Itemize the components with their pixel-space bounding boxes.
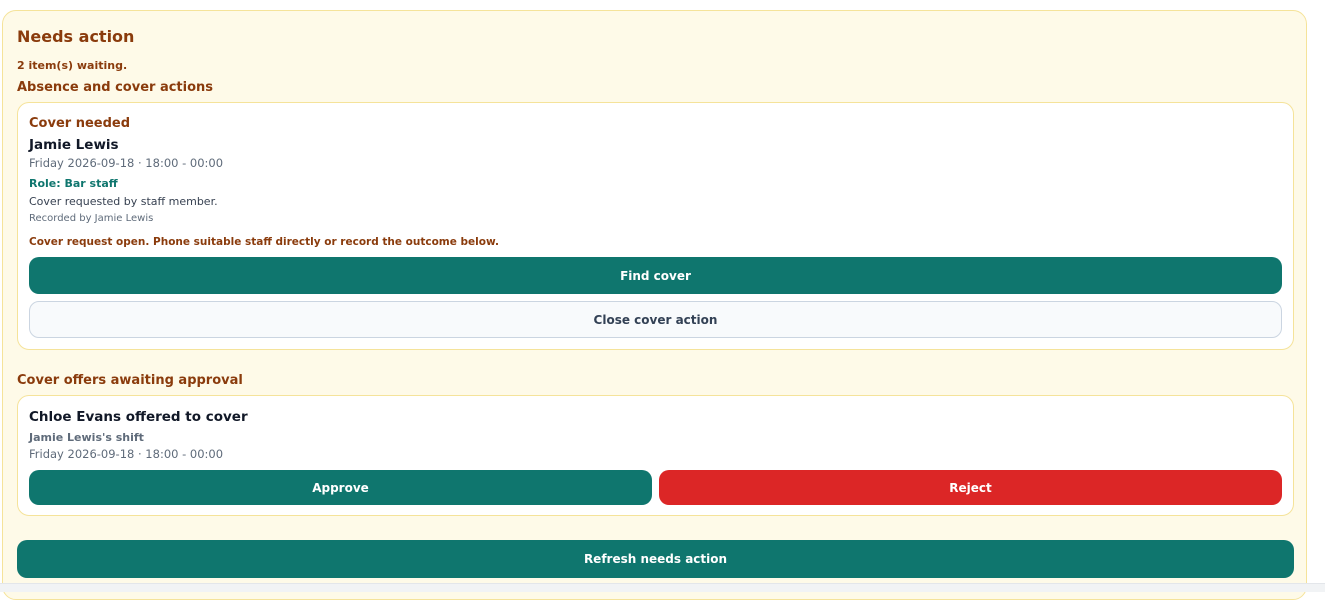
card-status: Cover needed (29, 116, 131, 131)
cover-request-message: Cover request open. Phone suitable staff… (29, 236, 499, 248)
absence-section-title: Absence and cover actions (17, 80, 214, 95)
refresh-needs-action-button[interactable]: Refresh needs action (17, 540, 1294, 578)
offer-headline: Chloe Evans offered to cover (29, 409, 248, 425)
role-label: Role: Bar staff (29, 177, 118, 190)
needs-action-title: Needs action (17, 27, 135, 46)
offers-section-title: Cover offers awaiting approval (17, 373, 243, 388)
cover-offer-card: Chloe Evans offered to cover Jamie Lewis… (17, 395, 1294, 516)
shift-datetime: Friday 2026-09-18 · 18:00 - 00:00 (29, 156, 224, 170)
cover-needed-card: Cover needed Jamie Lewis Friday 2026-09-… (17, 102, 1294, 350)
needs-action-count: 2 item(s) waiting. (17, 59, 128, 72)
reject-button[interactable]: Reject (659, 470, 1282, 505)
staff-name: Jamie Lewis (29, 137, 119, 153)
approve-button[interactable]: Approve (29, 470, 652, 505)
cover-note: Cover requested by staff member. (29, 195, 218, 208)
needs-action-panel: Needs action 2 item(s) waiting. Absence … (2, 10, 1307, 600)
shift-owner: Jamie Lewis's shift (29, 431, 144, 444)
close-cover-action-button[interactable]: Close cover action (29, 301, 1282, 338)
offer-shift-datetime: Friday 2026-09-18 · 18:00 - 00:00 (29, 447, 224, 461)
recorded-by: Recorded by Jamie Lewis (29, 213, 154, 224)
find-cover-button[interactable]: Find cover (29, 257, 1282, 294)
